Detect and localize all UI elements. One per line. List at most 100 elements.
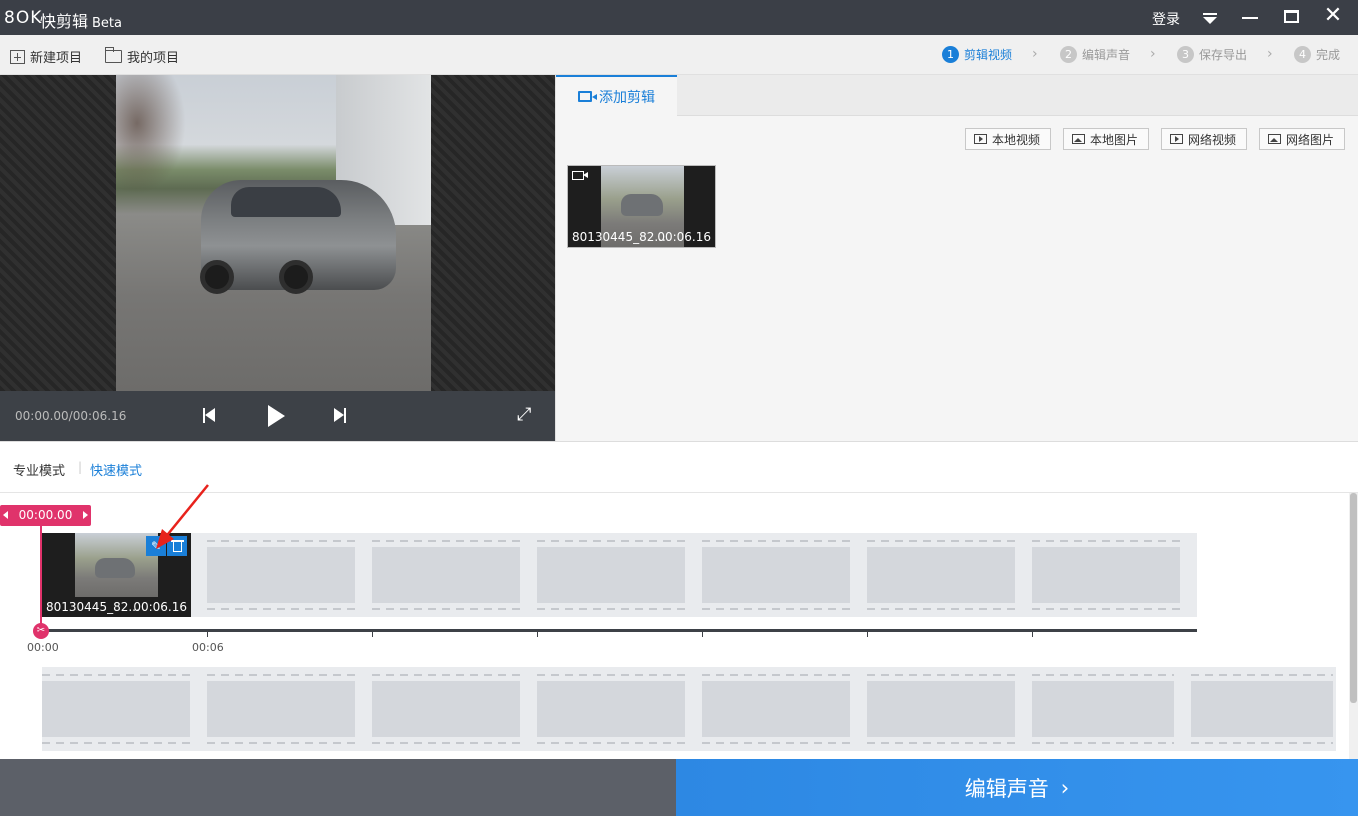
app-name: 快剪辑	[40, 12, 89, 31]
tab-add-clip[interactable]: 添加剪辑	[556, 75, 677, 116]
chevron-right-icon: ›	[1150, 46, 1156, 62]
menu-dropdown-button[interactable]	[1197, 5, 1223, 29]
app-logo: 8OK	[4, 8, 43, 28]
step-label: 剪辑视频	[964, 48, 1013, 62]
empty-slot[interactable]	[702, 540, 850, 610]
ruler-tick	[372, 631, 373, 637]
empty-slot[interactable]	[537, 674, 685, 744]
folder-icon	[105, 47, 122, 63]
fast-mode-tab[interactable]: 快速模式	[90, 460, 142, 479]
step-number: 3	[1177, 46, 1194, 63]
previous-button[interactable]	[203, 408, 215, 423]
clip-name: 80130445_82...	[46, 600, 140, 614]
step-number: 2	[1060, 46, 1077, 63]
web-image-button[interactable]: 网络图片	[1259, 128, 1346, 150]
local-image-label: 本地图片	[1090, 132, 1139, 147]
empty-slot[interactable]	[372, 540, 520, 610]
new-project-button[interactable]: 新建项目	[10, 47, 82, 66]
empty-slot[interactable]	[207, 674, 355, 744]
timeline-scrollbar[interactable]	[1349, 493, 1358, 759]
time-ruler[interactable]	[42, 629, 1197, 632]
web-image-icon	[1268, 134, 1281, 144]
beta-label: Beta	[92, 16, 122, 31]
close-icon: ✕	[1323, 3, 1343, 28]
step-4[interactable]: 4 完成	[1294, 46, 1340, 63]
tab-add-clip-label: 添加剪辑	[599, 89, 655, 106]
toolbar: 新建项目 我的项目 1 剪辑视频 › 2 编辑声音 › 3 保存导出 › 4 完…	[0, 35, 1358, 75]
player-controls: 00:00.00/00:06.16 ⤢	[0, 391, 555, 441]
empty-slot[interactable]	[207, 540, 355, 610]
next-button[interactable]	[334, 408, 346, 423]
tab-bar: 添加剪辑	[556, 75, 1358, 116]
pro-mode-tab[interactable]: 专业模式	[13, 460, 65, 479]
ruler-tick	[1032, 631, 1033, 637]
playhead-line[interactable]	[40, 523, 42, 633]
my-projects-button[interactable]: 我的项目	[105, 47, 179, 66]
title-bar: 8OK 快剪辑 Beta 登录 ✕	[0, 0, 1358, 35]
new-project-icon	[10, 49, 25, 64]
empty-slot[interactable]	[1191, 674, 1333, 744]
menu-line-icon	[1203, 13, 1217, 15]
ruler-tick	[702, 631, 703, 637]
skip-forward-icon	[334, 408, 344, 422]
empty-slot[interactable]	[1032, 540, 1180, 610]
empty-slot[interactable]	[537, 540, 685, 610]
audio-track[interactable]	[42, 667, 1336, 751]
step-label: 编辑声音	[1082, 48, 1131, 62]
dropdown-arrow-icon	[1203, 17, 1217, 24]
login-link[interactable]: 登录	[1152, 9, 1180, 29]
clip-duration: 00:06.16	[133, 600, 187, 614]
playhead-handle[interactable]: ✂	[33, 623, 49, 639]
play-button[interactable]	[268, 405, 285, 427]
empty-slot[interactable]	[42, 674, 190, 744]
edit-sound-label: 编辑声音	[964, 776, 1049, 801]
playback-time: 00:00.00/00:06.16	[15, 409, 127, 423]
media-clip-thumbnail[interactable]: 80130445_82... 00:06.16	[567, 165, 716, 248]
frame-tree	[116, 75, 186, 195]
chevron-right-icon: ›	[1032, 46, 1038, 62]
new-project-label: 新建项目	[30, 51, 83, 66]
empty-slot[interactable]	[867, 674, 1015, 744]
close-button[interactable]: ✕	[1320, 5, 1346, 29]
video-frame	[116, 75, 431, 391]
local-video-button[interactable]: 本地视频	[965, 128, 1052, 150]
web-video-label: 网络视频	[1188, 132, 1237, 147]
my-projects-label: 我的项目	[127, 51, 180, 66]
app-title: 快剪辑 Beta	[40, 8, 122, 32]
bottom-bar: 编辑声音 ›	[0, 759, 1358, 816]
ruler-tick	[207, 631, 208, 637]
ruler-label: 00:06	[192, 641, 224, 654]
fullscreen-button[interactable]: ⤢	[517, 406, 535, 424]
web-video-button[interactable]: 网络视频	[1161, 128, 1248, 150]
empty-slot[interactable]	[702, 674, 850, 744]
playhead-time-tag[interactable]: 00:00.00	[0, 505, 91, 526]
thumbnail-car	[621, 194, 663, 216]
step-number: 4	[1294, 46, 1311, 63]
image-file-icon	[1072, 134, 1085, 144]
step-2[interactable]: 2 编辑声音	[1060, 46, 1130, 63]
media-panel: 添加剪辑 本地视频 本地图片 网络视频 网络图片 80130445_82... …	[555, 75, 1358, 441]
scrollbar-thumb[interactable]	[1350, 493, 1357, 703]
maximize-icon	[1284, 10, 1299, 23]
skip-back-icon	[205, 408, 215, 422]
step-label: 保存导出	[1199, 48, 1248, 62]
local-video-label: 本地视频	[992, 132, 1041, 147]
step-number: 1	[942, 46, 959, 63]
frame-car-wheel	[200, 260, 234, 294]
video-preview[interactable]	[0, 75, 555, 391]
step-1[interactable]: 1 剪辑视频	[942, 46, 1012, 63]
empty-slot[interactable]	[867, 540, 1015, 610]
step-label: 完成	[1316, 48, 1341, 62]
empty-slot[interactable]	[372, 674, 520, 744]
maximize-button[interactable]	[1278, 5, 1304, 29]
fullscreen-icon: ⤢	[517, 404, 532, 425]
empty-slot[interactable]	[1032, 674, 1174, 744]
minimize-button[interactable]	[1237, 5, 1263, 29]
frame-car-wheel	[279, 260, 313, 294]
scissors-icon: ✂	[36, 625, 46, 636]
step-3[interactable]: 3 保存导出	[1177, 46, 1247, 63]
edit-sound-button[interactable]: 编辑声音 ›	[676, 759, 1358, 816]
playhead-time: 00:00.00	[18, 508, 73, 522]
local-image-button[interactable]: 本地图片	[1063, 128, 1150, 150]
mode-divider: |	[78, 460, 83, 474]
